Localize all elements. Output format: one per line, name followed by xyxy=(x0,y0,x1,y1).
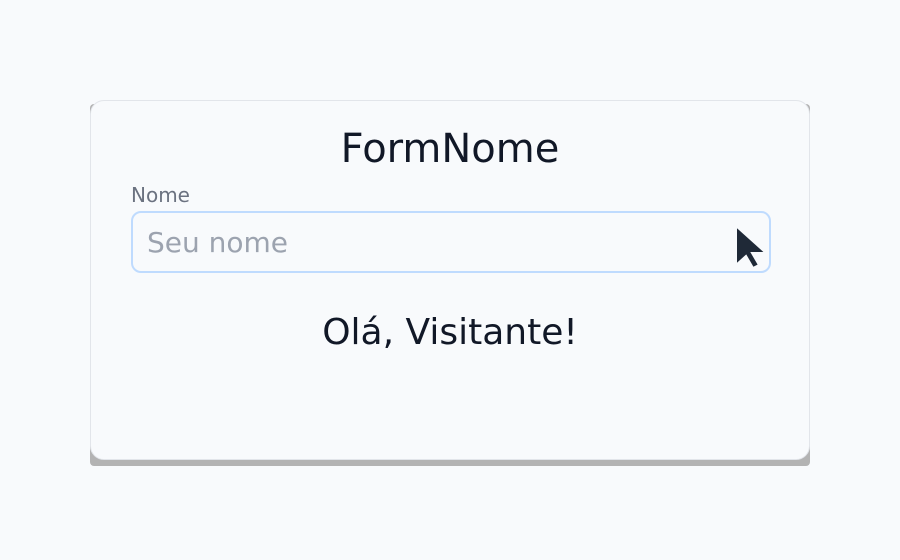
app-stage: FormNome Nome Olá, Visitante! xyxy=(0,0,900,560)
greeting-text: Olá, Visitante! xyxy=(322,312,578,353)
form-title: FormNome xyxy=(340,126,560,172)
name-field-label: Nome xyxy=(131,183,190,207)
name-input[interactable] xyxy=(131,211,771,273)
form-card: FormNome Nome Olá, Visitante! xyxy=(90,100,810,460)
